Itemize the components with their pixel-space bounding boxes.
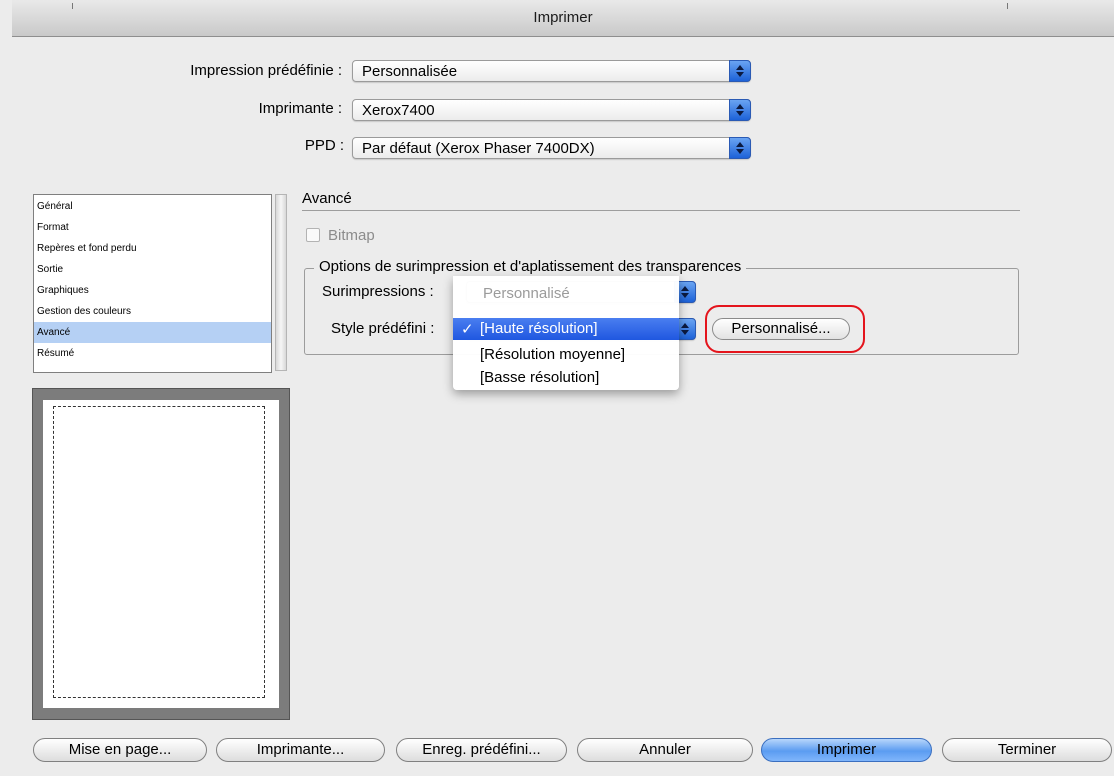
popup-arrows-icon	[729, 137, 751, 159]
category-item-format[interactable]: Format	[34, 217, 271, 238]
save-preset-button[interactable]: Enreg. prédéfini...	[396, 738, 567, 762]
category-item-summary[interactable]: Résumé	[34, 343, 271, 364]
preset-popup[interactable]: Personnalisée	[352, 60, 751, 82]
print-button[interactable]: Imprimer	[761, 738, 932, 762]
title-bar: Imprimer	[12, 0, 1114, 37]
menu-item-custom-disabled: Personnalisé	[483, 285, 570, 302]
category-item-color-management[interactable]: Gestion des couleurs	[34, 301, 271, 322]
page-setup-button[interactable]: Mise en page...	[33, 738, 207, 762]
menu-item-low-resolution[interactable]: [Basse résolution]	[480, 369, 599, 386]
printer-popup[interactable]: Xerox7400	[352, 99, 751, 121]
printer-value: Xerox7400	[362, 102, 435, 119]
category-item-graphics[interactable]: Graphiques	[34, 280, 271, 301]
highlight-annotation-ring	[705, 305, 865, 353]
page-preview	[32, 388, 290, 720]
ppd-value: Par défaut (Xerox Phaser 7400DX)	[362, 140, 595, 157]
category-item-marks-bleed[interactable]: Repères et fond perdu	[34, 238, 271, 259]
popup-arrows-icon	[729, 99, 751, 121]
section-title: Avancé	[302, 190, 352, 207]
category-item-advanced[interactable]: Avancé	[34, 322, 271, 343]
ppd-popup[interactable]: Par défaut (Xerox Phaser 7400DX)	[352, 137, 751, 159]
category-item-general[interactable]: Général	[34, 196, 271, 217]
overprint-label: Surimpressions :	[322, 283, 434, 300]
overprint-group-title: Options de surimpression et d'aplatissem…	[314, 258, 747, 275]
window-title: Imprimer	[533, 9, 593, 26]
ruler-tick	[1007, 3, 1008, 9]
category-list[interactable]: Général Format Repères et fond perdu Sor…	[33, 194, 272, 373]
preset-value: Personnalisée	[362, 63, 458, 80]
category-scrollbar[interactable]	[275, 194, 287, 371]
preview-paper	[43, 400, 279, 708]
menu-item-high-resolution[interactable]: ✓ [Haute résolution]	[453, 318, 679, 340]
style-preset-label: Style prédéfini :	[331, 320, 435, 337]
menu-item-label: [Haute résolution]	[480, 320, 598, 337]
bitmap-checkbox[interactable]	[306, 228, 320, 242]
section-divider	[302, 210, 1020, 211]
popup-arrows-icon	[729, 60, 751, 82]
ruler-tick	[72, 3, 73, 9]
category-item-output[interactable]: Sortie	[34, 259, 271, 280]
printer-label: Imprimante :	[258, 100, 342, 117]
cancel-button[interactable]: Annuler	[577, 738, 753, 762]
preset-label: Impression prédéfinie :	[190, 62, 342, 79]
printer-button[interactable]: Imprimante...	[216, 738, 385, 762]
preview-margin-outline	[53, 406, 265, 698]
ppd-label: PPD :	[304, 137, 344, 154]
style-preset-menu[interactable]: Personnalisé ✓ [Haute résolution] [Résol…	[453, 276, 679, 390]
bitmap-label: Bitmap	[328, 227, 375, 244]
menu-item-medium-resolution[interactable]: [Résolution moyenne]	[480, 346, 625, 363]
done-button[interactable]: Terminer	[942, 738, 1112, 762]
checkmark-icon: ✓	[461, 321, 474, 338]
